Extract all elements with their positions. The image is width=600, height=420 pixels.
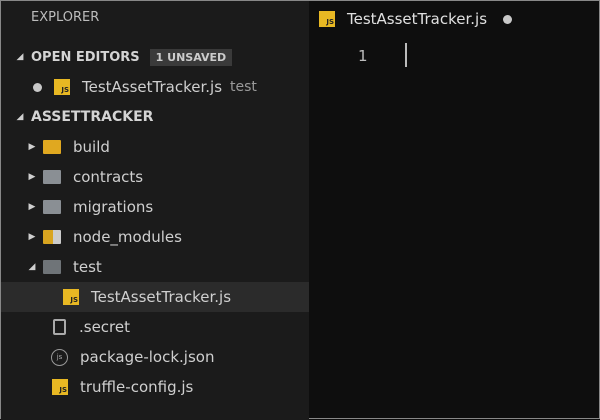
chevron-right-icon: ▶	[28, 172, 36, 182]
item-label: .secret	[79, 318, 131, 336]
js-file-icon: JS	[52, 379, 68, 395]
chevron-right-icon: ▶	[28, 232, 36, 242]
section-label: OPEN EDITORS	[31, 49, 140, 65]
tree-item-test[interactable]: ◢ test	[1, 252, 309, 282]
tree-item-truffle-config[interactable]: JS truffle-config.js	[1, 372, 309, 402]
unsaved-badge: 1 UNSAVED	[149, 48, 233, 66]
explorer-sidebar: EXPLORER ◢ OPEN EDITORS 1 UNSAVED JS Tes…	[1, 1, 309, 420]
item-label: build	[73, 138, 110, 156]
collapse-icon: ◢	[16, 52, 24, 62]
item-label: migrations	[73, 198, 154, 216]
item-label: truffle-config.js	[80, 378, 194, 396]
folder-build-icon	[43, 140, 61, 154]
section-label: ASSETTRACKER	[31, 109, 154, 125]
unsaved-dot-icon[interactable]	[33, 82, 42, 92]
nodejs-icon: js	[51, 348, 68, 366]
chevron-right-icon: ▶	[28, 142, 36, 152]
item-label: contracts	[73, 168, 144, 186]
folder-node-icon	[43, 230, 61, 244]
file-icon	[53, 319, 66, 335]
explorer-title: EXPLORER	[31, 10, 100, 25]
tree-item-build[interactable]: ▶ build	[1, 132, 309, 162]
item-label: test	[73, 258, 102, 276]
collapse-icon: ◢	[16, 112, 24, 122]
folder-hint: test	[230, 79, 257, 95]
tree-item-migrations[interactable]: ▶ migrations	[1, 192, 309, 222]
item-label: TestAssetTracker.js	[91, 288, 232, 306]
unsaved-dot-icon[interactable]	[503, 14, 513, 24]
tree-item-testassettracker[interactable]: JS TestAssetTracker.js	[1, 282, 309, 312]
js-file-icon: JS	[319, 11, 335, 27]
tree-item-package-lock[interactable]: js package-lock.json	[1, 342, 309, 372]
chevron-right-icon: ▶	[28, 202, 36, 212]
tree-item-secret[interactable]: .secret	[1, 312, 309, 342]
folder-icon	[43, 170, 61, 184]
item-label: node_modules	[73, 228, 182, 246]
line-number: 1	[358, 47, 368, 65]
js-file-icon: JS	[54, 79, 70, 95]
folder-test-icon	[43, 260, 61, 274]
tab-label: TestAssetTracker.js	[347, 10, 488, 28]
tree-item-node-modules[interactable]: ▶ node_modules	[1, 222, 309, 252]
chevron-down-icon: ◢	[28, 262, 36, 272]
editor-tab[interactable]: JS TestAssetTracker.js	[319, 1, 513, 37]
open-editors-header[interactable]: ◢ OPEN EDITORS 1 UNSAVED	[1, 42, 309, 72]
file-name: TestAssetTracker.js	[82, 78, 223, 96]
project-header[interactable]: ◢ ASSETTRACKER	[1, 102, 309, 132]
folder-icon	[43, 200, 61, 214]
text-cursor	[405, 43, 407, 67]
item-label: package-lock.json	[80, 348, 215, 366]
open-editor-item[interactable]: JS TestAssetTracker.js test	[1, 72, 309, 102]
tree-item-contracts[interactable]: ▶ contracts	[1, 162, 309, 192]
js-file-icon: JS	[63, 289, 79, 305]
